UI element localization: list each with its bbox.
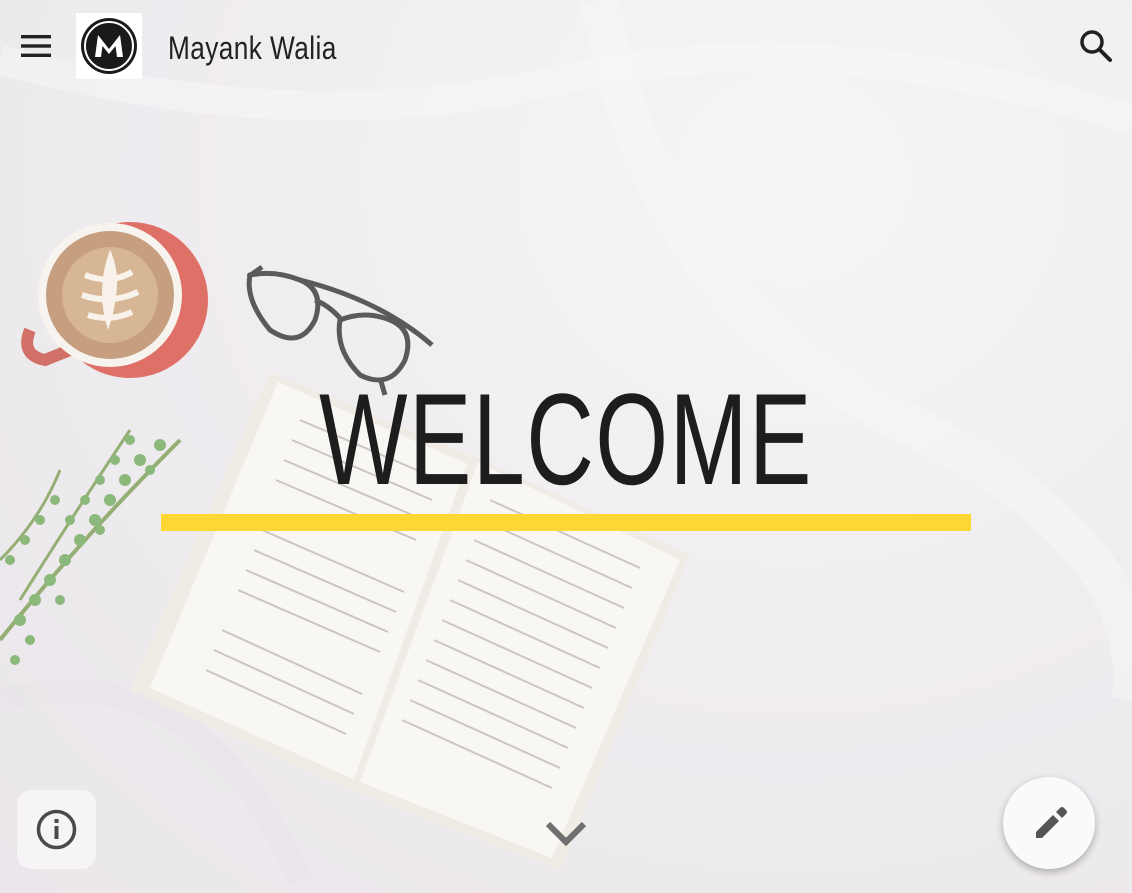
menu-button[interactable] bbox=[16, 26, 56, 66]
hero-banner: Mayank Walia WELCOME bbox=[0, 0, 1132, 893]
info-icon bbox=[36, 809, 77, 850]
heading-accent-bar bbox=[161, 514, 971, 531]
search-button[interactable] bbox=[1074, 24, 1118, 68]
pencil-icon bbox=[1036, 807, 1067, 838]
chevron-down-icon bbox=[545, 821, 587, 847]
logo-icon bbox=[81, 18, 137, 74]
scroll-down-button[interactable] bbox=[540, 812, 592, 856]
menu-icon bbox=[21, 35, 51, 57]
info-button[interactable] bbox=[17, 790, 96, 869]
site-logo[interactable] bbox=[76, 13, 142, 79]
top-app-bar: Mayank Walia bbox=[0, 0, 1132, 92]
search-icon bbox=[1080, 30, 1112, 62]
edit-button[interactable] bbox=[1003, 777, 1095, 869]
site-title[interactable]: Mayank Walia bbox=[168, 28, 337, 68]
hero-heading: WELCOME bbox=[319, 366, 813, 512]
